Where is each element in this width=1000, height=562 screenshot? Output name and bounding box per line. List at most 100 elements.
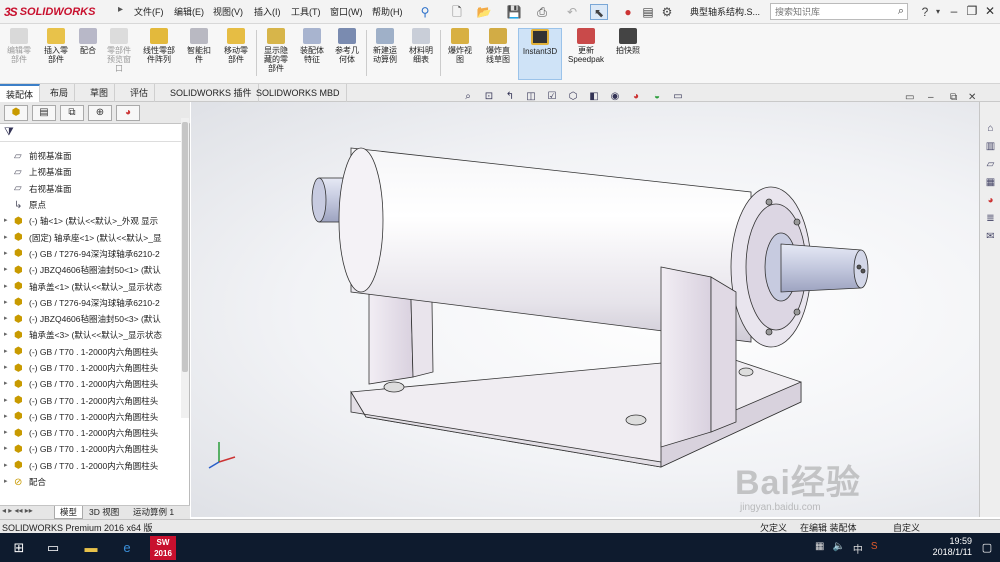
linear-pattern-button[interactable]: 线性零部 件阵列	[138, 28, 180, 80]
tab-layout[interactable]: 布局	[44, 84, 76, 102]
property-manager-tab-icon[interactable]: ▤	[32, 105, 56, 121]
help-dropdown-icon[interactable]: ▾	[933, 4, 943, 20]
file-properties-icon[interactable]: ▤	[640, 4, 656, 20]
dynamic-annotation-icon[interactable]: ☑	[544, 90, 560, 104]
menu-insert[interactable]: 插入(I)	[254, 5, 281, 18]
tab-evaluate[interactable]: 评估	[124, 84, 156, 102]
solidworks-logo[interactable]: 3S SOLIDWORKS	[4, 3, 112, 21]
tab-sketch[interactable]: 草图	[84, 84, 116, 102]
tree-item[interactable]: ▸ ⬢ (-) GB / T70 . 1-2000内六角圆柱头	[0, 425, 180, 441]
expand-arrow-icon[interactable]: ▸	[4, 213, 14, 229]
tab-3d-view[interactable]: 3D 视图	[84, 506, 124, 519]
view-settings-icon[interactable]: ▭	[670, 90, 686, 104]
expand-arrow-icon[interactable]: ▸	[4, 441, 14, 457]
expand-arrow-icon[interactable]: ▸	[4, 246, 14, 262]
tree-item[interactable]: ▸ ⬢ (-) GB / T276-94深沟球轴承6210-2	[0, 295, 180, 311]
tab-model[interactable]: 模型	[54, 506, 84, 519]
view-orientation-icon[interactable]: ⬡	[565, 90, 581, 104]
menu-view[interactable]: 视图(V)	[213, 5, 243, 18]
move-component-button[interactable]: 移动零 部件	[218, 28, 254, 80]
zoom-to-area-icon[interactable]: ⊡	[481, 90, 497, 104]
display-manager-tab-icon[interactable]: ◕	[116, 105, 140, 121]
file-explorer-taskbar-icon[interactable]: ▬	[80, 538, 102, 558]
tree-filter[interactable]: ⧩	[0, 126, 188, 142]
smart-fasteners-button[interactable]: 智能扣 件	[182, 28, 216, 80]
custom-properties-icon[interactable]: ≣	[983, 212, 998, 226]
viewport-minimize-icon[interactable]: –	[928, 92, 934, 103]
tree-item[interactable]: ▸ ⬢ 轴承盖<1> (默认<<默认>_显示状态	[0, 278, 180, 294]
internet-explorer-icon[interactable]: e	[116, 538, 138, 558]
mate-button[interactable]: 配合	[76, 28, 100, 80]
update-speedpak-button[interactable]: 更新 Speedpak	[564, 28, 608, 80]
help-icon[interactable]: ?	[918, 4, 932, 20]
tab-motion-study[interactable]: 运动算例 1	[128, 506, 179, 519]
explode-line-sketch-button[interactable]: 爆炸直 线草图	[480, 28, 516, 80]
tree-scrollbar[interactable]	[181, 118, 189, 418]
save-icon[interactable]: 💾	[505, 4, 523, 20]
undo-icon[interactable]: ↶	[563, 4, 581, 20]
expand-arrow-icon[interactable]: ▸	[4, 230, 14, 246]
appearances-icon[interactable]: ◕	[983, 194, 998, 208]
expand-arrow-icon[interactable]: ▸	[4, 376, 14, 392]
select-icon[interactable]: ⬉	[590, 4, 608, 20]
insert-component-button[interactable]: 插入零 部件	[38, 28, 74, 80]
assembly-model[interactable]	[191, 102, 979, 517]
network-icon[interactable]: ▦	[815, 541, 824, 556]
viewport-close-icon[interactable]: ✕	[968, 92, 976, 103]
tree-item[interactable]: ▱ 前视基准面	[0, 148, 180, 164]
solidworks-taskbar-icon[interactable]: SW 2016	[150, 536, 176, 560]
edit-component-button[interactable]: 编辑零 部件	[2, 28, 36, 80]
minimize-button[interactable]: –	[946, 2, 962, 20]
take-snapshot-button[interactable]: 拍快照	[610, 28, 646, 80]
expand-arrow-icon[interactable]: ▸	[4, 295, 14, 311]
configuration-manager-tab-icon[interactable]: ⧉	[60, 105, 84, 121]
taskbar-clock[interactable]: 19:59 2018/1/11	[933, 536, 972, 558]
previous-view-icon[interactable]: ↰	[502, 90, 518, 104]
dimxpert-tab-icon[interactable]: ⊕	[88, 105, 112, 121]
tree-item[interactable]: ▸ ⬢ (-) JBZQ4606毡圈油封50<3> (默认	[0, 311, 180, 327]
tree-item[interactable]: ▸ ⬢ (-) GB / T70 . 1-2000内六角圆柱头	[0, 458, 180, 474]
solidworks-resources-icon[interactable]: ⌂	[983, 122, 998, 136]
new-motion-study-button[interactable]: 新建运 动算例	[368, 28, 402, 80]
tree-item[interactable]: ▸ ⬢ (-) GB / T70 . 1-2000内六角圆柱头	[0, 360, 180, 376]
expand-arrow-icon[interactable]: ▸	[4, 393, 14, 409]
tree-item[interactable]: ▸ ⬢ (-) GB / T70 . 1-2000内六角圆柱头	[0, 344, 180, 360]
print-icon[interactable]: ⎙	[533, 4, 551, 20]
zoom-to-fit-icon[interactable]: ⌕	[460, 90, 476, 104]
display-style-icon[interactable]: ◧	[586, 90, 602, 104]
task-view-icon[interactable]: ▭	[42, 538, 64, 558]
tree-item[interactable]: ▸ ⬢ (-) GB / T70 . 1-2000内六角圆柱头	[0, 441, 180, 457]
search-icon[interactable]: ⌕	[898, 5, 904, 18]
tree-item[interactable]: ▸ ⬢ 轴承盖<3> (默认<<默认>_显示状态	[0, 327, 180, 343]
tab-solidworks-mbd[interactable]: SOLIDWORKS MBD	[250, 84, 347, 102]
open-file-icon[interactable]: 📂	[475, 4, 493, 20]
menu-help[interactable]: 帮助(H)	[372, 5, 403, 18]
ime-indicator[interactable]: 中	[853, 541, 863, 556]
expand-arrow-icon[interactable]: ▸	[4, 279, 14, 295]
tree-item[interactable]: ▱ 右视基准面	[0, 181, 180, 197]
expand-arrow-icon[interactable]: ▸	[4, 262, 14, 278]
volume-icon[interactable]: 🔈	[832, 541, 844, 556]
view-palette-icon[interactable]: ▦	[983, 176, 998, 190]
edit-appearance-icon[interactable]: ◕	[628, 90, 644, 104]
instant3d-button[interactable]: Instant3D	[518, 28, 562, 80]
section-view-icon[interactable]: ◫	[523, 90, 539, 104]
tree-item[interactable]: ▸ ⬢ (-) GB / T276-94深沟球轴承6210-2	[0, 246, 180, 262]
design-library-icon[interactable]: ▥	[983, 140, 998, 154]
component-preview-button[interactable]: 零部件 预览窗 口	[102, 28, 136, 80]
feature-manager-tab-icon[interactable]: ⬢	[4, 105, 28, 121]
menu-window[interactable]: 窗口(W)	[330, 5, 363, 18]
expand-arrow-icon[interactable]: ▸	[4, 409, 14, 425]
menu-file[interactable]: 文件(F)	[134, 5, 164, 18]
show-hidden-components-button[interactable]: 显示隐 藏的零 部件	[258, 28, 294, 80]
tree-item[interactable]: ▸ ⬢ (-) GB / T70 . 1-2000内六角圆柱头	[0, 376, 180, 392]
menu-edit[interactable]: 编辑(E)	[174, 5, 204, 18]
file-explorer-icon[interactable]: ▱	[983, 158, 998, 172]
expand-arrow-icon[interactable]: ▸	[4, 360, 14, 376]
expand-arrow-icon[interactable]: ▸	[4, 458, 14, 474]
viewport-tile-icon[interactable]: ⧉	[950, 92, 957, 103]
expand-arrow-icon[interactable]: ▸	[4, 344, 14, 360]
tree-item[interactable]: ▸ ⬢ (-) GB / T70 . 1-2000内六角圆柱头	[0, 409, 180, 425]
new-file-icon[interactable]: 🗋	[448, 4, 466, 20]
tree-item[interactable]: ▸ ⬢ (固定) 轴承座<1> (默认<<默认>_显	[0, 229, 180, 245]
